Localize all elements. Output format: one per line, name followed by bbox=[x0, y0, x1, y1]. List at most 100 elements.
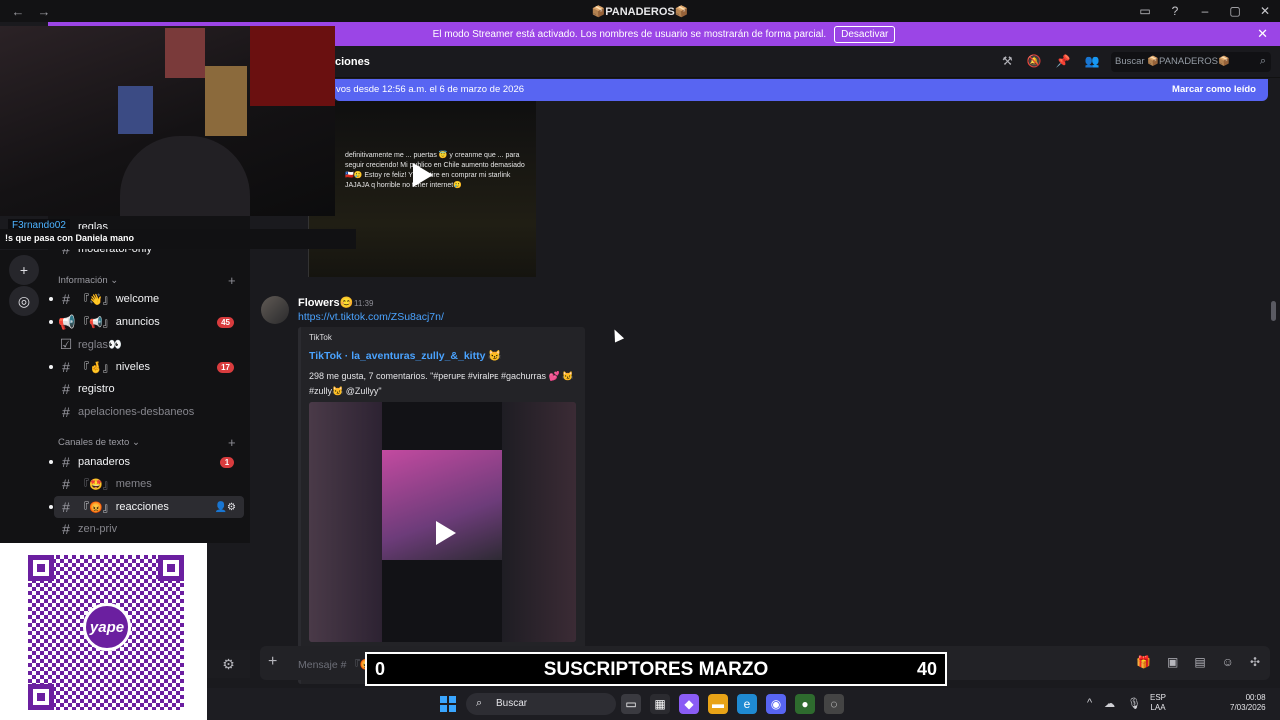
help-icon[interactable]: ? bbox=[1160, 0, 1190, 22]
mute-bell-icon[interactable]: 🔕 bbox=[1027, 54, 1042, 68]
new-messages-bar[interactable]: vos desde 12:56 a.m. el 6 de marzo de 20… bbox=[334, 79, 1268, 101]
channel-zen-priv[interactable]: # zen-priv bbox=[54, 518, 244, 540]
play-icon[interactable] bbox=[404, 159, 436, 191]
discord-icon[interactable]: ◉ bbox=[766, 694, 786, 714]
pin-icon[interactable]: 📌 bbox=[1056, 54, 1071, 68]
qr-finder bbox=[158, 555, 184, 581]
title-bar: ← → 📦PANADEROS📦 ▭ ? – ▢ ✕ bbox=[0, 0, 1280, 22]
clock-time: 00:08 bbox=[1245, 693, 1266, 702]
inbox-icon[interactable]: ▭ bbox=[1130, 0, 1160, 22]
previous-video-embed[interactable]: definitivamente me ... puertas 😇 y crean… bbox=[308, 101, 536, 277]
close-window-button[interactable]: ✕ bbox=[1250, 0, 1280, 22]
channel-label: registro bbox=[78, 383, 115, 395]
language-indicator[interactable]: ESP LAA bbox=[1150, 693, 1166, 713]
server-rail: + ◎ bbox=[0, 250, 48, 543]
channel-label: welcome bbox=[115, 293, 160, 305]
store-icon[interactable]: ▦ bbox=[650, 694, 670, 714]
qr-code: yape bbox=[28, 555, 184, 710]
category-informacion[interactable]: Información ⌄ + bbox=[58, 273, 236, 288]
subs-goal: 40 bbox=[916, 659, 937, 679]
channel-emoji: 『🤩』 bbox=[78, 479, 114, 491]
channel-memes[interactable]: # 『🤩』 memes bbox=[54, 473, 244, 495]
gift-icon[interactable]: 🎁 bbox=[1136, 655, 1151, 669]
channel-label: apelaciones-desbaneos bbox=[78, 406, 195, 418]
channel-anuncios[interactable]: 📢 『📢』 anuncios 45 bbox=[49, 311, 244, 333]
channel-apelaciones-desbaneos[interactable]: # apelaciones-desbaneos bbox=[54, 401, 244, 423]
edge-icon[interactable]: e bbox=[737, 694, 757, 714]
obs-icon[interactable]: ◌ bbox=[824, 694, 844, 714]
user-settings-icon[interactable]: ⚙ bbox=[207, 650, 250, 678]
minimize-button[interactable]: – bbox=[1190, 0, 1220, 22]
embed-video-thumbnail[interactable] bbox=[309, 402, 576, 642]
channel-niveles[interactable]: # 『🤞』 niveles 17 bbox=[49, 356, 244, 378]
search-input[interactable]: Buscar 📦PANADEROS📦 ⌕ bbox=[1111, 52, 1271, 72]
forward-arrow-icon[interactable]: → bbox=[36, 4, 52, 19]
unread-dot bbox=[49, 320, 53, 324]
embed-title[interactable]: TikTok · la_aventuras_zully_&_kitty 😼 bbox=[309, 349, 501, 362]
hash-icon: # bbox=[62, 499, 70, 515]
maximize-button[interactable]: ▢ bbox=[1220, 0, 1250, 22]
yape-logo: yape bbox=[83, 603, 131, 651]
file-explorer-icon[interactable]: ▬ bbox=[708, 694, 728, 714]
add-server-icon[interactable]: + bbox=[9, 255, 39, 285]
add-channel-icon[interactable]: + bbox=[228, 435, 236, 450]
header-toolbar: ⚒ 🔕 📌 👥 bbox=[1002, 54, 1100, 68]
search-icon: ⌕ bbox=[1259, 55, 1266, 67]
channel-panaderos[interactable]: # panaderos 1 bbox=[49, 451, 244, 473]
mention-badge: 1 bbox=[220, 456, 234, 468]
scrollbar[interactable] bbox=[1271, 301, 1276, 321]
deactivate-button[interactable]: Desactivar bbox=[834, 25, 896, 43]
play-icon[interactable] bbox=[427, 517, 459, 549]
webcam-overlay bbox=[0, 26, 335, 216]
threads-icon[interactable]: ⚒ bbox=[1002, 54, 1013, 68]
app-icon[interactable]: ● bbox=[795, 694, 815, 714]
channel-emoji: 『🤞』 bbox=[78, 362, 114, 374]
channel-welcome[interactable]: # 『👋』 welcome bbox=[49, 288, 244, 310]
streamer-silhouette bbox=[120, 136, 250, 216]
category-canales-de-texto[interactable]: Canales de texto ⌄ + bbox=[58, 435, 236, 450]
chevron-down-icon: ⌄ bbox=[131, 437, 140, 448]
close-icon[interactable]: ✕ bbox=[1257, 26, 1268, 42]
taskbar-search[interactable]: ⌕ Buscar bbox=[466, 693, 616, 715]
mention-badge: 17 bbox=[217, 361, 234, 373]
members-icon[interactable]: 👥 bbox=[1085, 54, 1100, 68]
system-tray: ^ ☁ 🎙 bbox=[1087, 697, 1141, 710]
start-button[interactable] bbox=[440, 696, 456, 712]
stream-chat-overlay: F3rnando02 !s que pasa con Daniela mano bbox=[0, 216, 360, 250]
microphone-icon[interactable]: 🎙 bbox=[1127, 697, 1141, 710]
apps-icon[interactable]: ✣ bbox=[1250, 655, 1260, 669]
discover-icon[interactable]: ◎ bbox=[9, 286, 39, 316]
copilot-icon[interactable]: ◆ bbox=[679, 694, 699, 714]
chat-area: ciones ⚒ 🔕 📌 👥 Buscar 📦PANADEROS📦 ⌕ vos … bbox=[250, 46, 1280, 684]
message-link[interactable]: https://vt.tiktok.com/ZSu8acj7n/ bbox=[298, 311, 444, 323]
gif-icon[interactable]: ▣ bbox=[1167, 655, 1178, 669]
poster bbox=[250, 26, 335, 106]
embed-provider: TikTok bbox=[309, 333, 332, 342]
mark-as-read-button[interactable]: Marcar como leído bbox=[1172, 84, 1256, 95]
rules-icon: ☑ bbox=[59, 335, 73, 352]
taskbar-apps: ▭ ▦ ◆ ▬ e ◉ ● ◌ bbox=[621, 694, 844, 714]
task-view-icon[interactable]: ▭ bbox=[621, 694, 641, 714]
add-attachment-button[interactable]: + bbox=[268, 653, 277, 671]
qr-finder bbox=[28, 555, 54, 581]
clock[interactable]: 00:08 7/03/2026 bbox=[1230, 693, 1266, 713]
add-channel-icon[interactable]: + bbox=[228, 273, 236, 288]
composer-tools: 🎁 ▣ ▤ ☺ ✣ bbox=[1136, 655, 1260, 669]
search-icon: ⌕ bbox=[476, 697, 483, 709]
hash-icon: # bbox=[62, 359, 70, 375]
cloud-icon[interactable]: ☁ bbox=[1104, 697, 1115, 710]
channel-reacciones[interactable]: # 『😡』 reacciones 👤⚙ bbox=[49, 496, 244, 518]
emoji-icon[interactable]: ☺ bbox=[1222, 655, 1234, 669]
message-timestamp: 11:39 bbox=[354, 299, 374, 308]
channel-label: reacciones bbox=[115, 501, 169, 513]
sticker-icon[interactable]: ▤ bbox=[1194, 655, 1205, 669]
back-arrow-icon[interactable]: ← bbox=[10, 4, 26, 19]
message-author[interactable]: Flowers😊 bbox=[298, 296, 353, 309]
search-placeholder: Buscar 📦PANADEROS📦 bbox=[1115, 56, 1230, 67]
channel-reglas[interactable]: ☑ reglas👀 bbox=[54, 333, 244, 355]
avatar[interactable] bbox=[261, 296, 289, 324]
channel-registro[interactable]: # registro bbox=[54, 378, 244, 400]
channel-settings-icon[interactable]: 👤⚙ bbox=[215, 502, 236, 513]
chevron-up-icon[interactable]: ^ bbox=[1087, 697, 1092, 710]
streamer-message: El modo Streamer está activado. Los nomb… bbox=[432, 28, 827, 40]
